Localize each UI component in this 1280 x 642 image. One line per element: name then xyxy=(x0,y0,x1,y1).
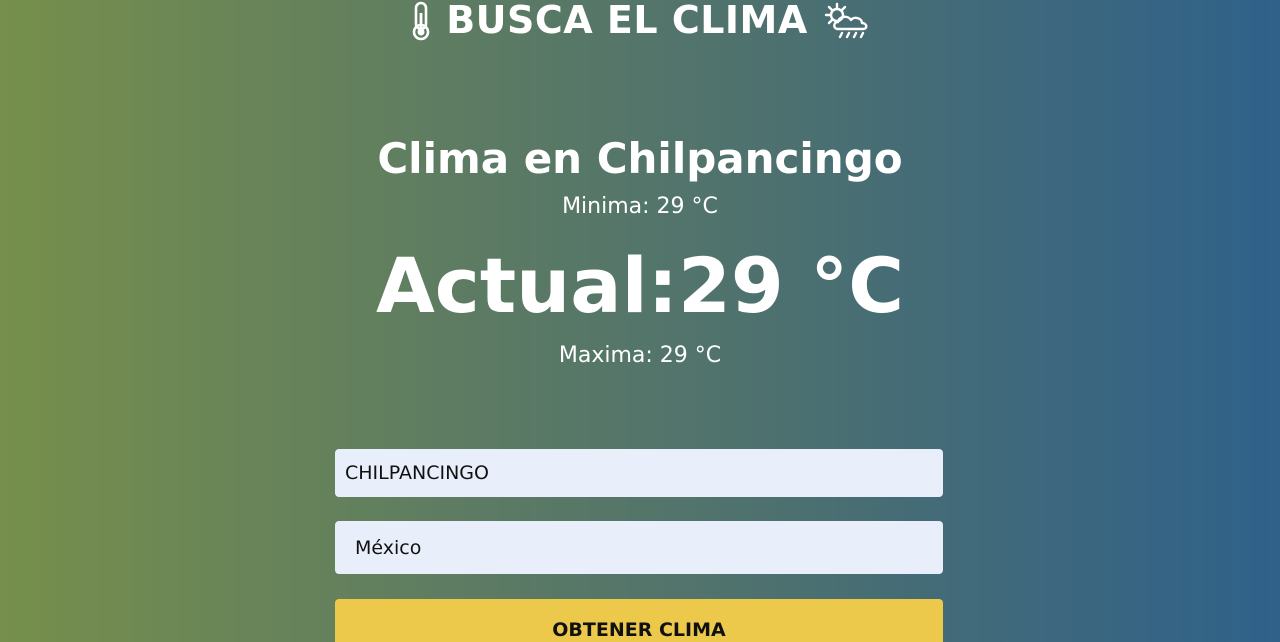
app-title: BUSCA EL CLIMA xyxy=(446,0,808,42)
app-header: BUSCA EL CLIMA xyxy=(0,0,1280,42)
sun-behind-rain-cloud-icon xyxy=(820,1,872,41)
thermometer-icon xyxy=(408,1,434,41)
city-input[interactable] xyxy=(335,449,943,497)
current-temperature: Actual:29 °C xyxy=(375,241,905,330)
max-temperature: Maxima: 29 °C xyxy=(558,343,722,368)
country-select[interactable]: México xyxy=(335,521,943,574)
get-weather-button[interactable]: OBTENER CLIMA xyxy=(335,599,943,642)
min-temperature: Minima: 29 °C xyxy=(562,194,718,219)
city-heading: Clima en Chilpancingo xyxy=(377,134,903,183)
